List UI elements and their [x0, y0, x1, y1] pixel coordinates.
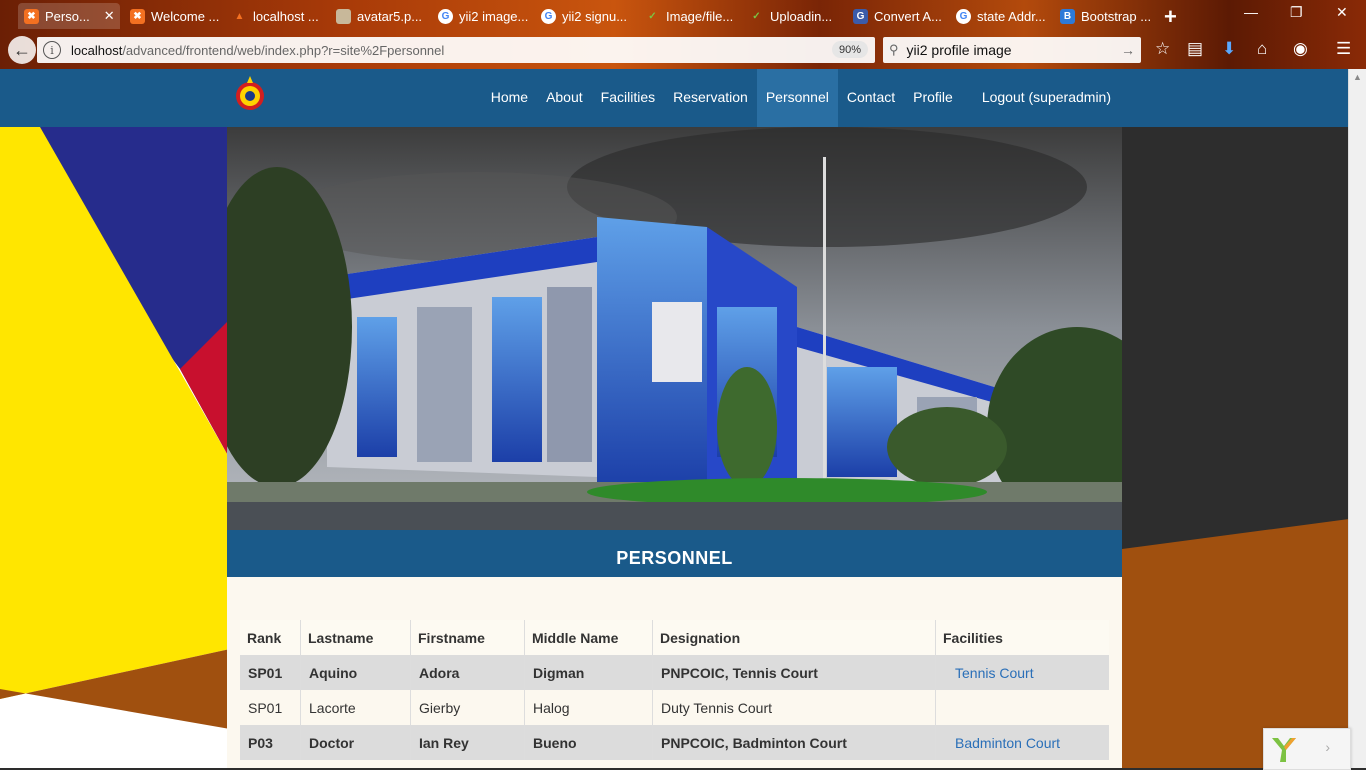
- cell-facility: [935, 690, 1109, 725]
- cell-designation: Duty Tennis Court: [652, 690, 936, 725]
- cell-rank: SP01: [240, 655, 301, 690]
- browser-chrome: ✖ Perso... ✕ ✖ Welcome ... ▲ localhost .…: [0, 0, 1366, 69]
- tab-welcome[interactable]: ✖ Welcome ...: [130, 3, 220, 29]
- cell-rank: P03: [240, 725, 301, 760]
- tab-yii2-image[interactable]: G yii2 image...: [438, 3, 530, 29]
- column-header-firstname[interactable]: Firstname: [410, 620, 525, 655]
- tab-personnel[interactable]: ✖ Perso... ✕: [18, 3, 120, 29]
- cell-firstname: Adora: [410, 655, 525, 690]
- search-icon: ⚲: [889, 42, 899, 57]
- search-query: yii2 profile image: [906, 42, 1012, 58]
- cell-lastname: Lacorte: [300, 690, 411, 725]
- tab-image-file[interactable]: ✓ Image/file...: [645, 3, 737, 29]
- back-arrow-icon[interactable]: ←: [8, 36, 36, 64]
- column-header-designation[interactable]: Designation: [652, 620, 936, 655]
- yii-icon: ✓: [752, 10, 761, 22]
- personnel-table: Rank Lastname Firstname Middle Name Desi…: [240, 620, 1109, 760]
- info-icon[interactable]: i: [43, 41, 61, 59]
- search-go-icon[interactable]: →: [1121, 42, 1135, 58]
- cell-middle-name: Halog: [524, 690, 653, 725]
- nav-home[interactable]: Home: [482, 69, 537, 127]
- content-container: PERSONNEL Rank Lastname Firstname Middle…: [227, 127, 1122, 768]
- download-icon[interactable]: ⬇: [1222, 39, 1236, 59]
- restore-icon[interactable]: ❐: [1290, 4, 1303, 21]
- bootstrap-icon: B: [1060, 8, 1075, 24]
- page-viewport: Home About Facilities Reservation Person…: [0, 69, 1349, 768]
- table-row: P03 Doctor Ian Rey Bueno PNPCOIC, Badmin…: [240, 725, 1109, 760]
- cell-designation: PNPCOIC, Tennis Court: [652, 655, 936, 690]
- cell-lastname: Aquino: [300, 655, 411, 690]
- table-row: SP01 Aquino Adora Digman PNPCOIC, Tennis…: [240, 655, 1109, 690]
- column-header-middle-name[interactable]: Middle Name: [524, 620, 653, 655]
- localhost-icon: ▲: [234, 10, 245, 22]
- chevron-right-icon[interactable]: ›: [1325, 739, 1330, 755]
- url-path: /advanced/frontend/web/index.php?r=site%…: [122, 42, 445, 58]
- menu-hamburger-icon[interactable]: ☰: [1336, 39, 1351, 59]
- facility-link[interactable]: Tennis Court: [955, 665, 1034, 681]
- minimize-icon[interactable]: —: [1244, 4, 1258, 20]
- nav-contact[interactable]: Contact: [838, 69, 904, 127]
- yii-debug-toolbar[interactable]: ›: [1263, 728, 1351, 770]
- close-tab-icon[interactable]: ✕: [104, 8, 115, 24]
- nav-facilities[interactable]: Facilities: [592, 69, 664, 127]
- tab-yii2-signup[interactable]: G yii2 signu...: [541, 3, 633, 29]
- address-bar[interactable]: i localhost/advanced/frontend/web/index.…: [37, 37, 900, 63]
- tab-bar: ✖ Perso... ✕ ✖ Welcome ... ▲ localhost .…: [0, 0, 1366, 32]
- table-row: SP01 Lacorte Gierby Halog Duty Tennis Co…: [240, 690, 1109, 725]
- url-host: localhost: [71, 42, 123, 58]
- tab-localhost[interactable]: ▲ localhost ...: [232, 3, 322, 29]
- google-g-icon: G: [853, 8, 868, 24]
- zoom-level[interactable]: 90%: [832, 41, 869, 58]
- nav-profile[interactable]: Profile: [904, 69, 962, 127]
- page-title: PERSONNEL: [616, 548, 733, 568]
- cell-designation: PNPCOIC, Badminton Court: [652, 725, 936, 760]
- nav-about[interactable]: About: [537, 69, 592, 127]
- yii-logo-icon: [1272, 738, 1296, 762]
- main-menu: Home About Facilities Reservation Person…: [482, 69, 1120, 127]
- pocket-icon[interactable]: ◉: [1293, 39, 1308, 59]
- avatar-icon: [336, 8, 351, 24]
- xampp-icon: ✖: [130, 8, 145, 24]
- home-icon[interactable]: ⌂: [1257, 39, 1267, 59]
- google-icon: G: [956, 8, 971, 24]
- cell-facility: Tennis Court: [935, 655, 1109, 690]
- table-header-row: Rank Lastname Firstname Middle Name Desi…: [240, 620, 1109, 655]
- cell-lastname: Doctor: [300, 725, 411, 760]
- page-title-band: PERSONNEL: [227, 530, 1122, 577]
- google-icon: G: [438, 8, 453, 24]
- cell-middle-name: Digman: [524, 655, 653, 690]
- nav-reservation[interactable]: Reservation: [664, 69, 757, 127]
- google-icon: G: [541, 8, 556, 24]
- page-scrollbar[interactable]: ▲: [1348, 69, 1366, 768]
- column-header-rank[interactable]: Rank: [240, 620, 301, 655]
- pnp-logo-icon[interactable]: [234, 74, 266, 118]
- facility-link[interactable]: Badminton Court: [955, 735, 1060, 751]
- column-header-lastname[interactable]: Lastname: [300, 620, 411, 655]
- yii-icon: ✓: [648, 10, 657, 22]
- column-header-facilities[interactable]: Facilities: [935, 620, 1109, 655]
- xampp-icon: ✖: [24, 8, 39, 24]
- tab-convert[interactable]: G Convert A...: [853, 3, 945, 29]
- scroll-up-icon[interactable]: ▲: [1353, 72, 1362, 82]
- tab-uploading[interactable]: ✓ Uploadin...: [749, 3, 841, 29]
- reading-list-icon[interactable]: ▤: [1187, 39, 1203, 59]
- tab-state-addr[interactable]: G state Addr...: [956, 3, 1048, 29]
- cell-facility: Badminton Court: [935, 725, 1109, 760]
- bookmark-star-icon[interactable]: ☆: [1155, 39, 1170, 59]
- cell-middle-name: Bueno: [524, 725, 653, 760]
- tab-bootstrap[interactable]: B Bootstrap ...: [1060, 3, 1152, 29]
- nav-personnel[interactable]: Personnel: [756, 69, 838, 127]
- cell-firstname: Gierby: [410, 690, 525, 725]
- search-bar[interactable]: ⚲ yii2 profile image →: [883, 37, 1141, 63]
- cell-firstname: Ian Rey: [410, 725, 525, 760]
- site-navbar: Home About Facilities Reservation Person…: [0, 69, 1349, 127]
- cell-rank: SP01: [240, 690, 301, 725]
- headquarters-hero-image: [227, 127, 1122, 530]
- close-window-icon[interactable]: ✕: [1336, 4, 1348, 21]
- nav-logout[interactable]: Logout (superadmin): [962, 69, 1120, 127]
- browser-toolbar: ← i localhost/advanced/frontend/web/inde…: [0, 32, 1366, 68]
- tab-avatar[interactable]: avatar5.p...: [336, 3, 426, 29]
- new-tab-icon[interactable]: +: [1164, 4, 1177, 30]
